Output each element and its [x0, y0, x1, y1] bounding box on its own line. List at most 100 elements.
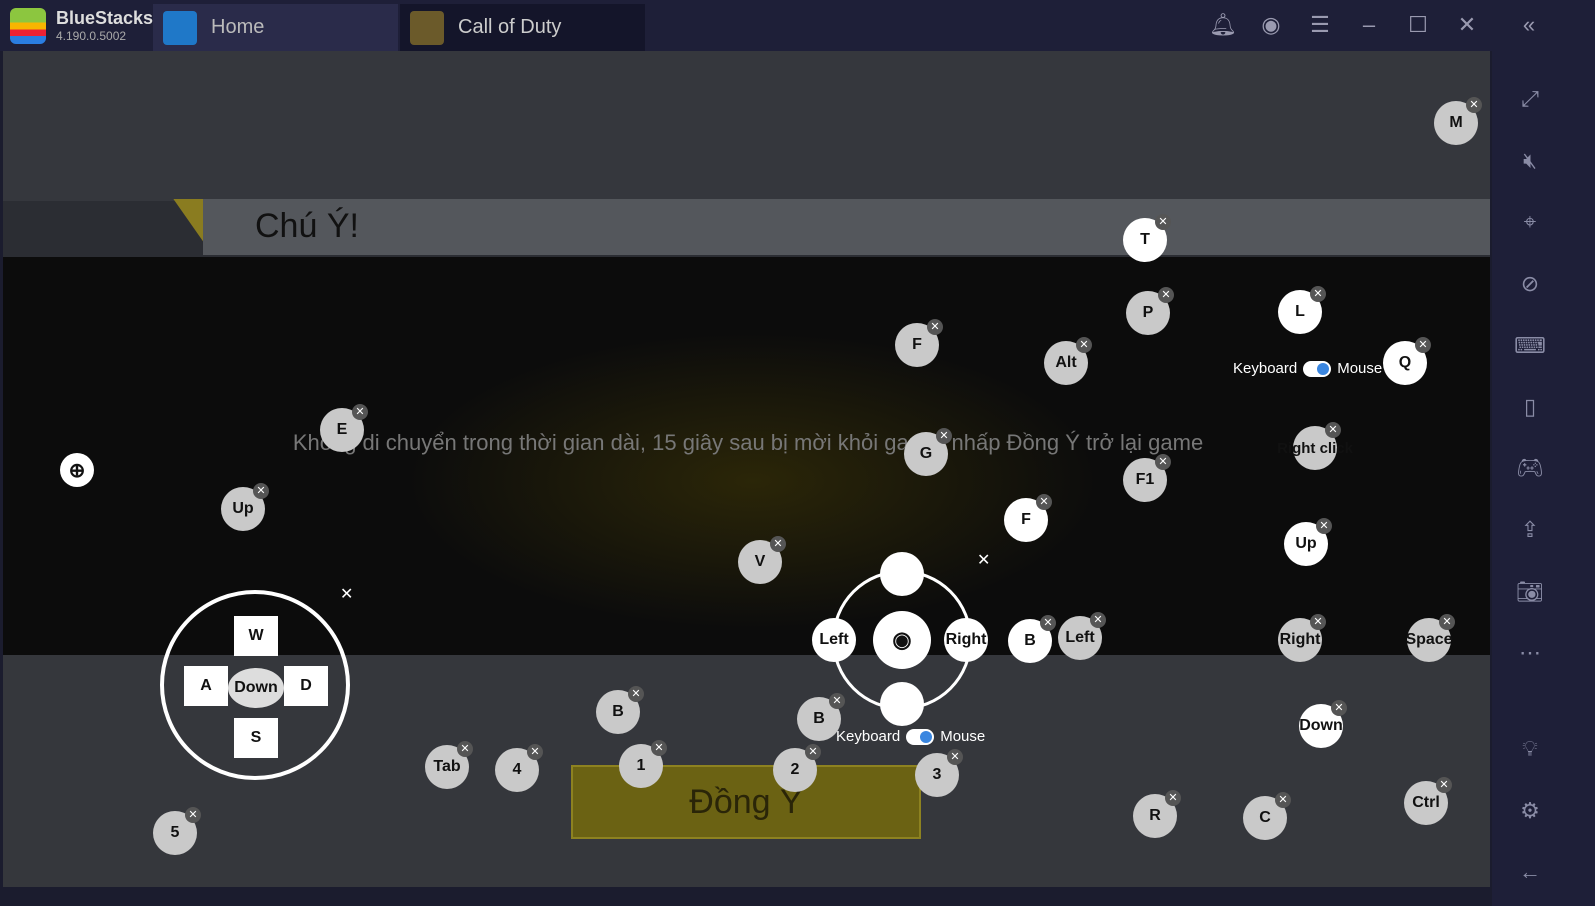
account-icon[interactable]: ◉	[1258, 12, 1284, 38]
remove-key-icon[interactable]: ✕	[185, 807, 201, 823]
tab-home[interactable]: Home	[153, 4, 398, 51]
menu-icon[interactable]: ☰	[1307, 12, 1333, 38]
keyboard-mouse-toggle[interactable]: Keyboard Mouse	[836, 728, 985, 745]
key-mapping[interactable]: P ✕	[1126, 287, 1174, 335]
key-mapping[interactable]: Space ✕	[1405, 614, 1455, 662]
key-mapping[interactable]: B ✕	[797, 693, 845, 741]
remove-key-icon[interactable]: ✕	[1331, 700, 1347, 716]
remove-key-icon[interactable]: ✕	[829, 693, 845, 709]
key-mapping[interactable]: 2 ✕	[773, 744, 821, 792]
remove-key-icon[interactable]: ✕	[1036, 494, 1052, 510]
remove-key-icon[interactable]: ✕	[1076, 337, 1092, 353]
remove-key-icon[interactable]: ✕	[1415, 337, 1431, 353]
minimize-icon[interactable]: –	[1356, 12, 1382, 38]
remove-key-icon[interactable]: ✕	[805, 744, 821, 760]
key-mapping[interactable]: E ✕	[320, 404, 368, 452]
key-mapping[interactable]: Right click ✕	[1277, 422, 1353, 470]
remove-key-icon[interactable]: ✕	[1439, 614, 1455, 630]
key-mapping[interactable]: V ✕	[738, 536, 786, 584]
dpad2-right[interactable]: Right	[944, 618, 988, 662]
close-icon[interactable]: ✕	[340, 584, 353, 604]
remove-key-icon[interactable]: ✕	[1310, 614, 1326, 630]
key-mapping[interactable]: Alt ✕	[1044, 337, 1092, 385]
key-mapping[interactable]: R ✕	[1133, 790, 1181, 838]
remove-key-icon[interactable]: ✕	[936, 428, 952, 444]
dpad2-down[interactable]	[880, 682, 924, 726]
key-mapping[interactable]: 3 ✕	[915, 749, 963, 797]
key-mapping[interactable]: Ctrl ✕	[1404, 777, 1452, 825]
wasd-dpad[interactable]: W A Down D S	[160, 590, 350, 780]
remove-key-icon[interactable]: ✕	[1040, 615, 1056, 631]
dpad-d[interactable]: D	[284, 666, 328, 706]
remove-key-icon[interactable]: ✕	[1275, 792, 1291, 808]
remove-key-icon[interactable]: ✕	[1155, 454, 1171, 470]
dpad-center[interactable]: Down	[228, 668, 284, 708]
dpad2-left[interactable]: Left	[812, 618, 856, 662]
key-mapping[interactable]: G ✕	[904, 428, 952, 476]
toggle-switch[interactable]	[1303, 360, 1332, 377]
remove-key-icon[interactable]: ✕	[253, 483, 269, 499]
remove-key-icon[interactable]: ✕	[1325, 422, 1341, 438]
fullscreen-icon[interactable]: ⤢	[1514, 83, 1546, 115]
key-mapping[interactable]: M ✕	[1434, 97, 1482, 145]
aim-crosshair-icon[interactable]: ⊕	[60, 453, 94, 487]
pointer-lock-icon[interactable]: ⌖	[1514, 206, 1546, 238]
remove-key-icon[interactable]: ✕	[1310, 286, 1326, 302]
key-mapping[interactable]: F ✕	[1004, 494, 1052, 542]
collapse-icon[interactable]: «	[1516, 12, 1542, 38]
light-bulb-icon[interactable]: 💡︎	[1514, 733, 1546, 765]
keyboard-icon[interactable]: ⌨	[1514, 330, 1546, 362]
key-mapping[interactable]: 1 ✕	[619, 740, 667, 788]
key-mapping[interactable]: 5 ✕	[153, 807, 201, 855]
eye-off-icon[interactable]: ⊘	[1514, 268, 1546, 300]
remove-key-icon[interactable]: ✕	[1090, 612, 1106, 628]
mute-icon[interactable]: 🔇︎	[1514, 145, 1546, 177]
key-mapping[interactable]: T ✕	[1123, 214, 1171, 262]
gamepad-icon[interactable]: 🎮︎	[1514, 452, 1546, 484]
remove-key-icon[interactable]: ✕	[1436, 777, 1452, 793]
key-mapping[interactable]: L ✕	[1278, 286, 1326, 334]
key-mapping[interactable]: F ✕	[895, 319, 943, 367]
key-mapping[interactable]: Down ✕	[1299, 700, 1347, 748]
toggle-switch[interactable]	[906, 728, 935, 745]
key-mapping[interactable]: Up ✕	[1284, 518, 1332, 566]
key-mapping[interactable]: C ✕	[1243, 792, 1291, 840]
maximize-icon[interactable]: ☐	[1405, 12, 1431, 38]
import-icon[interactable]: ⇪	[1514, 514, 1546, 546]
remove-key-icon[interactable]: ✕	[352, 404, 368, 420]
settings-icon[interactable]: ⚙	[1514, 795, 1546, 827]
close-icon[interactable]: ✕	[977, 550, 990, 570]
remove-key-icon[interactable]: ✕	[628, 686, 644, 702]
keyboard-mouse-toggle[interactable]: Keyboard Mouse	[1233, 360, 1382, 377]
camera-icon[interactable]: 📷︎	[1514, 576, 1546, 608]
key-mapping[interactable]: B ✕	[1008, 615, 1056, 663]
phone-icon[interactable]: ▯	[1514, 391, 1546, 423]
remove-key-icon[interactable]: ✕	[1466, 97, 1482, 113]
key-mapping[interactable]: Q ✕	[1383, 337, 1431, 385]
key-mapping[interactable]: Left ✕	[1058, 612, 1106, 660]
remove-key-icon[interactable]: ✕	[527, 744, 543, 760]
dpad-a[interactable]: A	[184, 666, 228, 706]
key-mapping[interactable]: Right ✕	[1278, 614, 1326, 662]
dpad-s[interactable]: S	[234, 718, 278, 758]
more-icon[interactable]: ⋯	[1514, 637, 1546, 669]
remove-key-icon[interactable]: ✕	[1165, 790, 1181, 806]
tab-call-of-duty[interactable]: Call of Duty	[400, 4, 645, 51]
key-mapping[interactable]: Up ✕	[221, 483, 269, 531]
remove-key-icon[interactable]: ✕	[1158, 287, 1174, 303]
remove-key-icon[interactable]: ✕	[947, 749, 963, 765]
remove-key-icon[interactable]: ✕	[770, 536, 786, 552]
remove-key-icon[interactable]: ✕	[651, 740, 667, 756]
dpad2-up[interactable]	[880, 552, 924, 596]
remove-key-icon[interactable]: ✕	[1316, 518, 1332, 534]
eye-icon[interactable]: ◉	[873, 611, 931, 669]
key-mapping[interactable]: 4 ✕	[495, 744, 543, 792]
remove-key-icon[interactable]: ✕	[927, 319, 943, 335]
key-mapping[interactable]: Tab ✕	[425, 741, 473, 789]
back-icon[interactable]: ←	[1514, 856, 1546, 888]
key-mapping[interactable]: B ✕	[596, 686, 644, 734]
dpad-w[interactable]: W	[234, 616, 278, 656]
key-mapping[interactable]: F1 ✕	[1123, 454, 1171, 502]
bell-icon[interactable]: 🔔︎	[1209, 12, 1237, 38]
remove-key-icon[interactable]: ✕	[457, 741, 473, 757]
